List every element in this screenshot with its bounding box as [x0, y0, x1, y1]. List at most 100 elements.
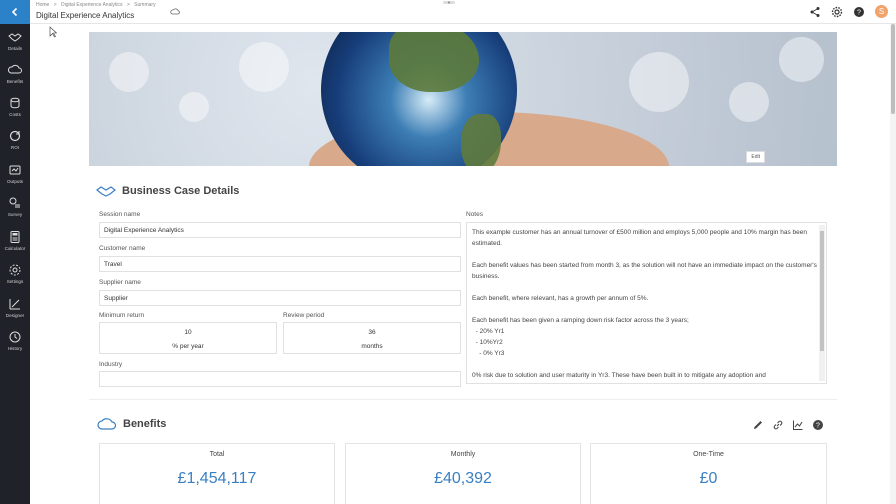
designer-icon — [9, 299, 20, 310]
min-return-input[interactable]: 10 % per year — [99, 322, 277, 354]
benefits-title: Benefits — [123, 418, 167, 430]
industry-label: Industry — [99, 361, 123, 368]
handshake-icon — [8, 33, 22, 42]
review-period-value: 36 — [368, 329, 376, 336]
chevron-left-icon — [11, 7, 18, 17]
bokeh-light — [239, 42, 289, 92]
supplier-name-field[interactable]: Supplier — [99, 290, 461, 306]
nav-item-label: Settings — [6, 279, 24, 284]
notes-scrollbar-thumb[interactable] — [820, 231, 824, 351]
chart-icon[interactable] — [792, 419, 804, 431]
review-period-unit: months — [361, 343, 383, 350]
notes-text: This example customer has an annual turn… — [472, 229, 817, 379]
min-return-label: Minimum return — [99, 312, 145, 319]
nav-item-label: Outputs — [6, 179, 24, 184]
details-title: Business Case Details — [122, 185, 240, 197]
outputs-icon — [9, 165, 21, 175]
nav-item-label: Designer — [5, 313, 25, 318]
benefit-card-label: Total — [209, 451, 225, 458]
supplier-name-label: Supplier name — [99, 279, 141, 286]
benefits-header: Benefits — [97, 417, 166, 431]
nav-item-history[interactable]: History — [0, 330, 30, 360]
breadcrumb-session[interactable]: Digital Experience Analytics — [61, 2, 122, 8]
cloud-icon — [8, 64, 22, 74]
help-icon[interactable]: ? — [853, 6, 865, 18]
nav-item-costs[interactable]: Costs — [0, 96, 30, 126]
cloud-sync-icon[interactable] — [170, 7, 180, 15]
benefit-card-value: £1,454,117 — [177, 470, 257, 487]
refresh-icon — [9, 130, 21, 142]
industry-field[interactable] — [99, 371, 461, 387]
breadcrumb-separator: > — [126, 2, 130, 8]
benefit-card-value: £40,392 — [434, 470, 492, 487]
coins-icon — [10, 97, 20, 109]
nav-item-outputs[interactable]: Outputs — [0, 163, 30, 193]
min-return-value: 10 — [184, 329, 192, 336]
review-period-label: Review period — [283, 312, 325, 319]
scrollbar-thumb[interactable] — [891, 24, 895, 114]
nav-item-label: Details — [7, 46, 23, 51]
details-header: Business Case Details — [96, 184, 239, 198]
hero-image: Edit — [89, 32, 837, 166]
benefit-card-label: Monthly — [450, 451, 476, 458]
customer-name-field[interactable]: Travel — [99, 256, 461, 272]
benefit-card-label: One-Time — [693, 451, 724, 458]
landmass — [389, 32, 479, 92]
share-icon[interactable] — [809, 6, 821, 18]
nav-item-label: Calculator — [4, 246, 26, 251]
bokeh-light — [109, 52, 149, 92]
bokeh-light — [729, 82, 769, 122]
benefit-card-total: Total £1,454,117 — [99, 443, 335, 504]
nav-item-survey[interactable]: Survey — [0, 196, 30, 226]
nav-item-roi[interactable]: ROI — [0, 129, 30, 159]
notes-textarea[interactable]: This example customer has an annual turn… — [466, 222, 827, 384]
breadcrumb-summary[interactable]: Summary — [134, 2, 155, 8]
bokeh-light — [779, 37, 824, 82]
top-bar: Home > Digital Experience Analytics > Su… — [30, 0, 896, 24]
help-icon[interactable]: ? — [812, 419, 824, 431]
review-period-input[interactable]: 36 months — [283, 322, 461, 354]
nav-item-label: ROI — [10, 145, 20, 150]
nav-item-label: History — [7, 346, 23, 351]
customer-name-label: Customer name — [99, 245, 146, 252]
benefit-card-monthly: Monthly £40,392 — [345, 443, 581, 504]
nav-item-calculator[interactable]: Calculator — [0, 230, 30, 260]
left-nav-rail: Details Benefits Costs ROI Outputs Surve… — [0, 0, 30, 504]
benefit-card-value: £0 — [699, 470, 718, 487]
pencil-icon[interactable] — [752, 419, 764, 431]
breadcrumb: Home > Digital Experience Analytics > Su… — [36, 2, 159, 8]
nav-item-benefits[interactable]: Benefits — [0, 63, 30, 93]
avatar[interactable]: S — [875, 5, 888, 18]
nav-item-designer[interactable]: Designer — [0, 297, 30, 327]
link-icon[interactable] — [772, 419, 784, 431]
history-icon — [9, 331, 21, 343]
benefit-card-one-time: One-Time £0 — [590, 443, 827, 504]
nav-item-label: Costs — [9, 112, 21, 117]
session-name-field[interactable]: Digital Experience Analytics — [99, 222, 461, 238]
top-actions: ? S — [809, 5, 888, 18]
handshake-icon — [96, 186, 116, 197]
edit-image-button[interactable]: Edit — [746, 151, 765, 163]
session-name-label: Session name — [99, 211, 141, 218]
nav-item-label: Benefits — [6, 79, 24, 84]
mouse-cursor-icon — [49, 26, 57, 38]
nav-item-label: Survey — [7, 212, 23, 217]
notes-scrollbar[interactable] — [819, 225, 825, 381]
benefits-actions: ? — [752, 419, 824, 431]
calculator-icon — [10, 231, 20, 243]
svg-text:?: ? — [816, 423, 820, 430]
drag-handle-icon[interactable] — [442, 0, 456, 5]
gear-icon[interactable] — [831, 6, 843, 18]
page-scrollbar[interactable] — [890, 24, 896, 504]
section-divider — [89, 399, 837, 400]
gear-icon — [9, 264, 21, 276]
page-title: Digital Experience Analytics — [36, 11, 135, 20]
back-button[interactable] — [0, 0, 30, 24]
nav-item-settings[interactable]: Settings — [0, 263, 30, 293]
svg-text:?: ? — [857, 9, 861, 16]
breadcrumb-home[interactable]: Home — [36, 2, 49, 8]
nav-item-details[interactable]: Details — [0, 30, 30, 60]
landmass — [461, 114, 501, 166]
notes-label: Notes — [466, 211, 483, 218]
breadcrumb-separator: > — [53, 2, 57, 8]
